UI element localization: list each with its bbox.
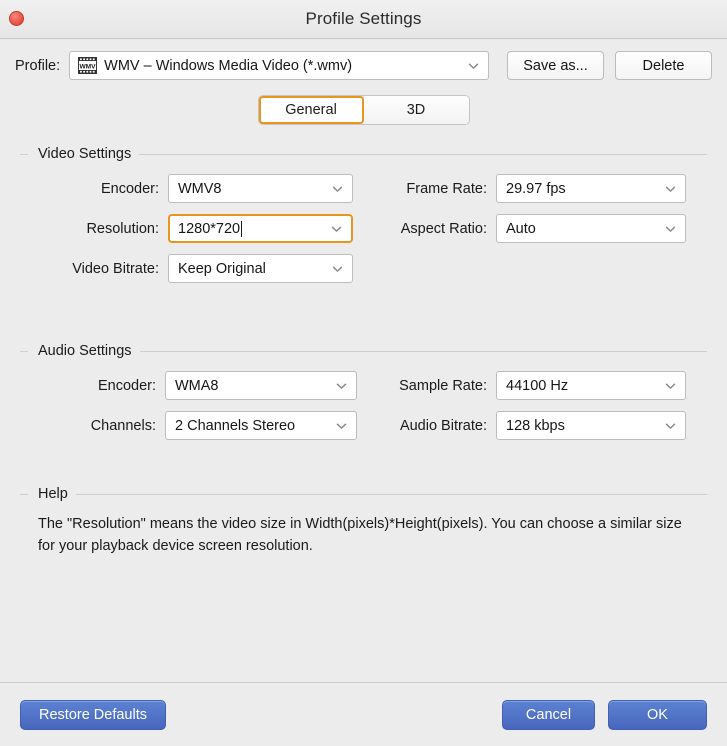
chevron-down-icon xyxy=(331,223,342,234)
video-encoder-label: Encoder: xyxy=(100,180,159,197)
sample-rate-value: 44100 Hz xyxy=(506,377,569,394)
chevron-down-icon xyxy=(665,223,676,234)
chevron-down-icon xyxy=(332,263,343,274)
profile-dropdown[interactable]: WMV WMV – Windows Media Video (*.wmv) xyxy=(69,51,489,80)
video-encoder-row: Encoder: WMV8 Frame Rate: 29.97 fps xyxy=(20,174,707,203)
footer-bar: Restore Defaults Cancel OK xyxy=(0,682,727,746)
audio-encoder-row: Encoder: WMA8 Sample Rate: 44100 Hz xyxy=(20,371,707,400)
frame-rate-dropdown[interactable]: 29.97 fps xyxy=(496,174,686,203)
svg-text:WMV: WMV xyxy=(80,63,97,70)
channels-row: Channels: 2 Channels Stereo Audio Bitrat… xyxy=(20,411,707,440)
video-bitrate-label: Video Bitrate: xyxy=(72,260,159,277)
help-title: Help xyxy=(38,486,68,502)
channels-label: Channels: xyxy=(90,417,156,434)
audio-settings-title: Audio Settings xyxy=(38,343,132,359)
resolution-combobox[interactable]: 1280*720 xyxy=(168,214,353,243)
video-encoder-dropdown[interactable]: WMV8 xyxy=(168,174,353,203)
tab-general[interactable]: General xyxy=(258,96,364,124)
frame-rate-label: Frame Rate: xyxy=(406,180,487,197)
chevron-down-icon xyxy=(665,420,676,431)
help-text: The "Resolution" means the video size in… xyxy=(38,516,682,554)
frame-rate-value: 29.97 fps xyxy=(506,180,566,197)
chevron-down-icon xyxy=(665,380,676,391)
resolution-label: Resolution: xyxy=(86,220,159,237)
channels-dropdown[interactable]: 2 Channels Stereo xyxy=(165,411,357,440)
delete-button[interactable]: Delete xyxy=(615,51,712,80)
audio-encoder-value: WMA8 xyxy=(175,377,219,394)
aspect-ratio-label: Aspect Ratio: xyxy=(400,220,487,237)
profile-label: Profile: xyxy=(15,57,61,74)
chevron-down-icon xyxy=(336,420,347,431)
tab-bar: General 3D xyxy=(0,90,727,124)
profile-settings-dialog: Profile Settings Profile: WMV WMV – Wind… xyxy=(0,0,727,746)
video-bitrate-value: Keep Original xyxy=(178,260,266,277)
text-cursor xyxy=(241,220,243,237)
audio-bitrate-dropdown[interactable]: 128 kbps xyxy=(496,411,686,440)
resolution-value: 1280*720 xyxy=(178,220,241,237)
dialog-body: Video Settings Encoder: WMV8 Frame Rate:… xyxy=(0,124,727,682)
cancel-button[interactable]: Cancel xyxy=(502,699,595,730)
aspect-ratio-dropdown[interactable]: Auto xyxy=(496,214,686,243)
video-bitrate-row: Video Bitrate: Keep Original xyxy=(20,254,707,283)
audio-settings-group: Audio Settings Encoder: WMA8 Sample Rate… xyxy=(20,343,707,440)
wmv-film-icon: WMV xyxy=(78,57,98,74)
video-settings-group: Video Settings Encoder: WMV8 Frame Rate:… xyxy=(20,146,707,283)
audio-encoder-dropdown[interactable]: WMA8 xyxy=(165,371,357,400)
help-group: Help The "Resolution" means the video si… xyxy=(20,486,707,558)
profile-bar: Profile: WMV WMV – Windows Media Video (… xyxy=(0,39,727,90)
video-bitrate-dropdown[interactable]: Keep Original xyxy=(168,254,353,283)
tab-3d[interactable]: 3D xyxy=(363,96,469,124)
save-as-button[interactable]: Save as... xyxy=(507,51,604,80)
close-icon[interactable] xyxy=(9,11,24,26)
chevron-down-icon xyxy=(665,183,676,194)
page-title: Profile Settings xyxy=(305,9,422,28)
chevron-down-icon xyxy=(332,183,343,194)
chevron-down-icon xyxy=(468,60,479,71)
video-settings-title: Video Settings xyxy=(38,146,132,162)
title-bar: Profile Settings xyxy=(0,0,727,39)
sample-rate-label: Sample Rate: xyxy=(399,377,487,394)
ok-button[interactable]: OK xyxy=(608,699,707,730)
resolution-row: Resolution: 1280*720 Aspect Ratio: Auto xyxy=(20,214,707,243)
audio-bitrate-label: Audio Bitrate: xyxy=(399,417,487,434)
channels-value: 2 Channels Stereo xyxy=(175,417,296,434)
video-encoder-value: WMV8 xyxy=(178,180,222,197)
chevron-down-icon xyxy=(336,380,347,391)
audio-encoder-label: Encoder: xyxy=(97,377,156,394)
restore-defaults-button[interactable]: Restore Defaults xyxy=(20,699,166,730)
aspect-ratio-value: Auto xyxy=(506,220,536,237)
profile-value: WMV – Windows Media Video (*.wmv) xyxy=(104,57,353,74)
sample-rate-dropdown[interactable]: 44100 Hz xyxy=(496,371,686,400)
audio-bitrate-value: 128 kbps xyxy=(506,417,565,434)
